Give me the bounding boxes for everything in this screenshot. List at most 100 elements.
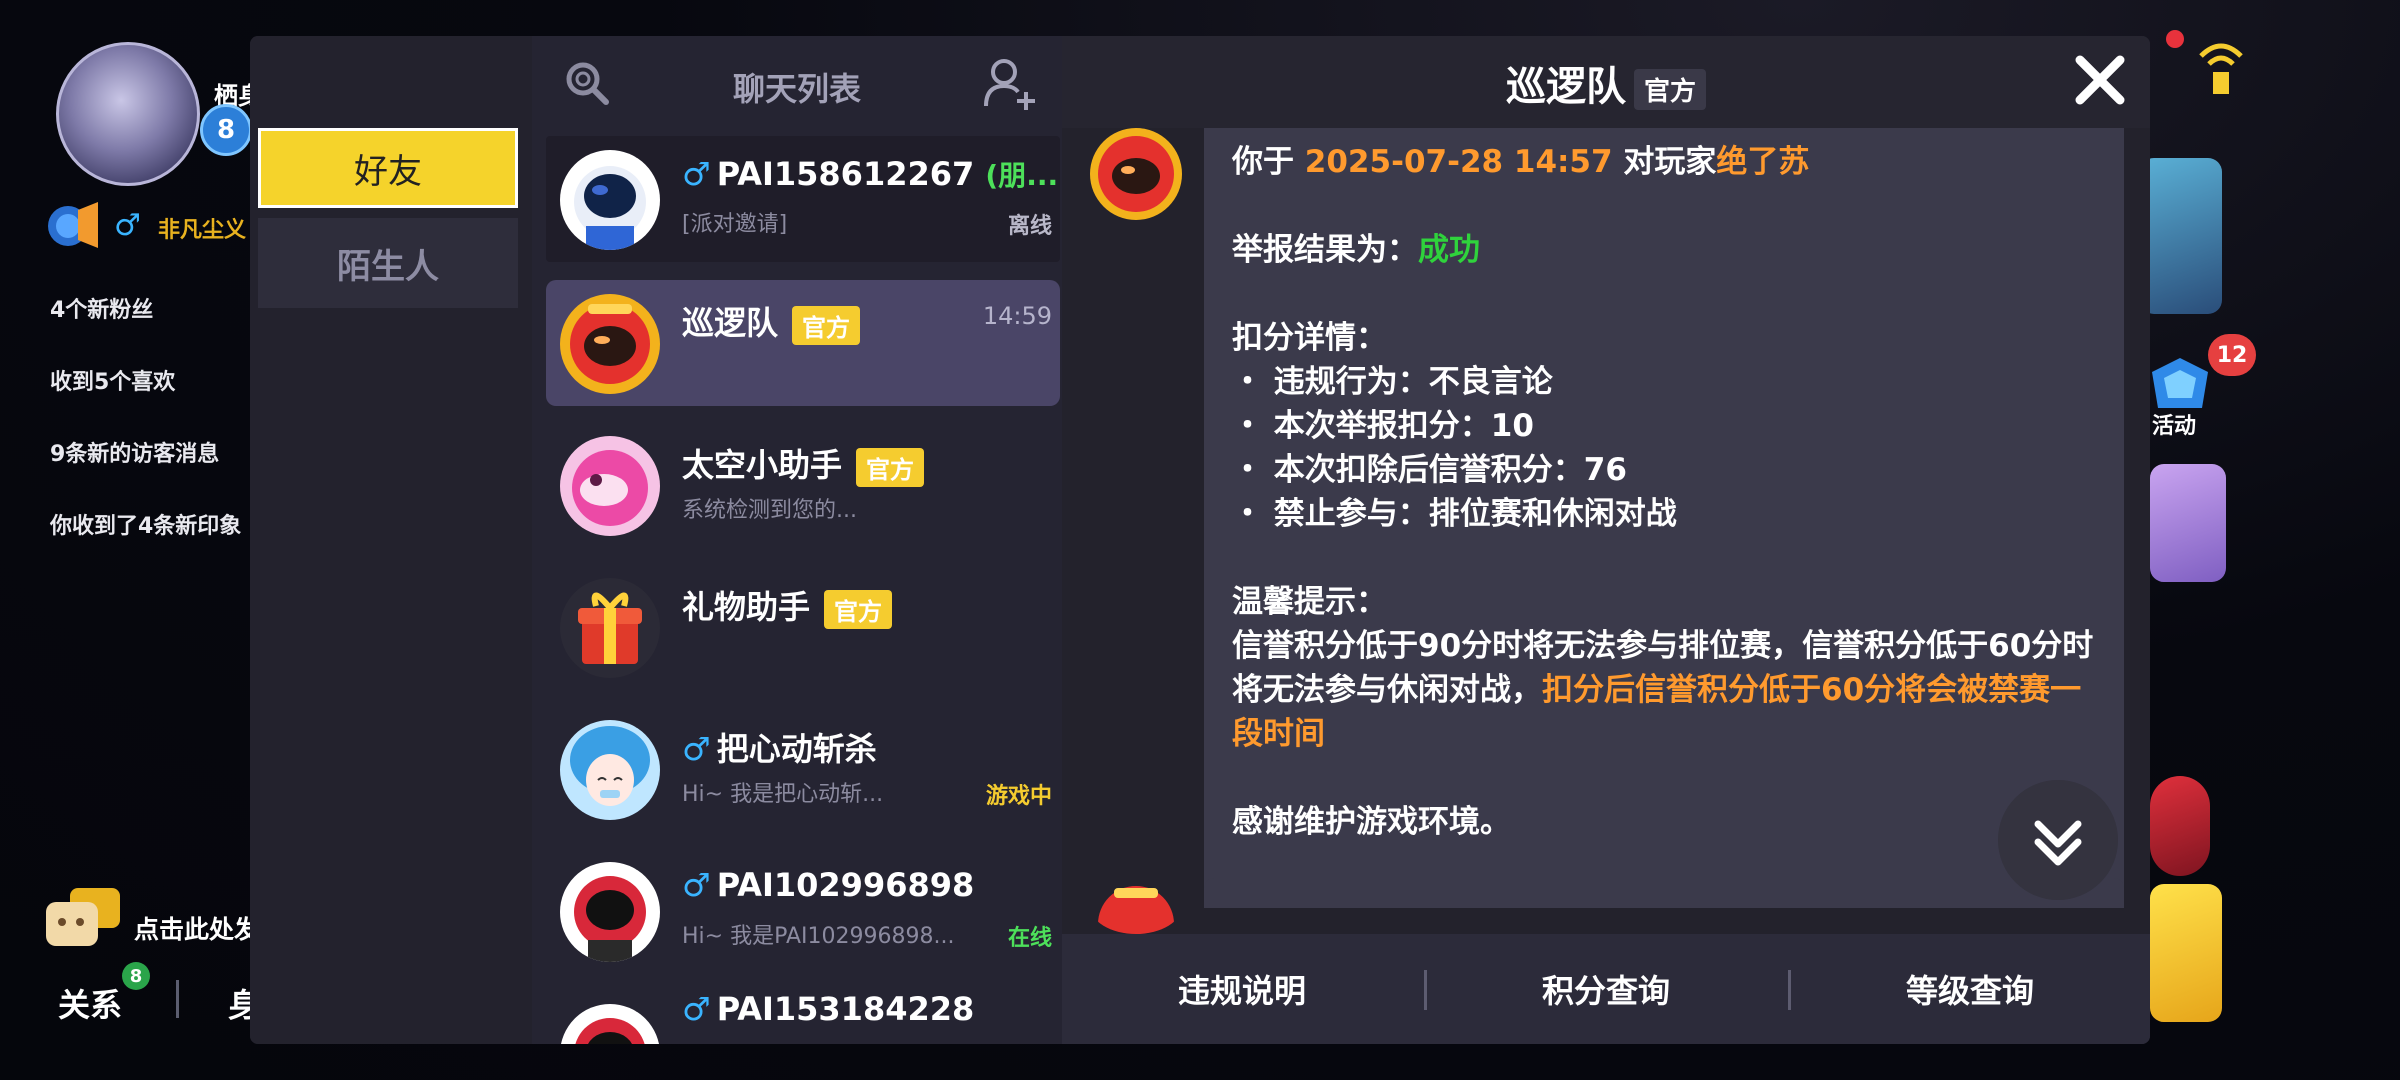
chat-item-xindong[interactable]: ♂ 把心动斩杀 Hi~ 我是把心动斩... 游戏中 — [546, 706, 1060, 832]
chat-item-pai158612267[interactable]: ♂ PAI158612267 (朋... [派对邀请] 离线 — [546, 136, 1060, 262]
detail-item: ・ 本次扣除后信誉积分：76 — [1232, 452, 1627, 488]
message-time: 14:59 — [982, 302, 1052, 330]
points-query-button[interactable]: 积分查询 — [1426, 934, 1786, 1044]
tab-friends[interactable]: 好友 — [258, 128, 518, 208]
patrol-astronaut-avatar — [560, 294, 660, 394]
contact-name-text: 太空小助手 — [682, 446, 843, 484]
chat-header: 巡逻队 官方 — [1062, 36, 2150, 128]
event-card[interactable] — [2150, 464, 2226, 582]
official-tag: 官方 — [792, 305, 861, 345]
tab-strangers[interactable]: 陌生人 — [258, 218, 518, 308]
detail-item: ・ 禁止参与：排位赛和休闲对战 — [1232, 496, 1677, 532]
notification-new-fans[interactable]: 4个新粉丝 — [50, 292, 153, 324]
message-text: 举报结果为： — [1232, 232, 1418, 268]
relations-count-badge: 8 — [122, 962, 150, 990]
last-message-preview: 系统检测到您的... — [682, 498, 857, 523]
anime-girl-avatar — [560, 720, 660, 820]
notification-impressions[interactable]: 你收到了4条新印象 — [50, 508, 241, 540]
chat-item-space-helper[interactable]: 太空小助手 官方 系统检测到您的... — [546, 422, 1060, 548]
friend-tag: (朋... — [985, 159, 1059, 192]
message-text: 你于 — [1232, 144, 1305, 180]
close-icon[interactable] — [2070, 50, 2130, 110]
last-message-preview: [派对邀请] — [682, 212, 788, 237]
online-status: 游戏中 — [985, 784, 1052, 809]
chat-footer: 违规说明 积分查询 等级查询 — [1062, 934, 2150, 1044]
gift-box-avatar — [560, 578, 660, 678]
contact-name: ♂ PAI153184228 — [682, 990, 974, 1028]
chat-title: 巡逻队 官方 — [1062, 54, 2150, 112]
contact-name: 太空小助手 官方 — [682, 440, 925, 487]
chat-modal: 好友 陌生人 聊天列表 ♂ PAI158612267 (朋... [派对邀请] … — [250, 36, 2150, 1044]
contact-name: 礼物助手 官方 — [682, 582, 893, 629]
next-message-bubble — [1204, 878, 2124, 908]
male-icon: ♂ — [682, 730, 711, 768]
tab-divider — [176, 980, 179, 1018]
chat-title-text: 巡逻队 — [1505, 64, 1626, 110]
player-level-badge: 8 — [200, 104, 252, 156]
space-helper-avatar — [560, 436, 660, 536]
chat-hint-text[interactable]: 点击此处发 — [134, 910, 259, 946]
report-result-line: 举报结果为：成功 — [1232, 228, 2096, 272]
male-icon: ♂ — [682, 155, 711, 193]
last-message-preview: Hi~ 我是把心动斩... — [682, 782, 884, 807]
notification-dot — [2166, 30, 2184, 48]
message-bubble: 你于 2025-07-28 14:57 对玩家绝了苏 举报结果为：成功 扣分详情… — [1204, 128, 2124, 906]
online-status: 在线 — [1007, 926, 1052, 951]
scroll-to-bottom-icon[interactable] — [1998, 780, 2118, 900]
contact-name-text: PAI158612267 — [716, 155, 975, 193]
yellow-card[interactable] — [2150, 884, 2222, 1022]
detail-title: 扣分详情： — [1232, 320, 1387, 356]
official-tag: 官方 — [824, 589, 893, 629]
contact-name-text: 把心动斩杀 — [716, 730, 877, 768]
male-icon: ♂ — [682, 866, 711, 904]
tab-relations[interactable]: 关系 — [58, 980, 122, 1026]
patrol-astronaut-avatar — [1098, 886, 1174, 934]
detail-item: ・ 本次举报扣分：10 — [1232, 408, 1534, 444]
contact-name: 巡逻队 官方 — [682, 298, 861, 345]
trumpet-icon[interactable] — [46, 200, 100, 250]
report-time: 2025-07-28 14:57 — [1304, 144, 1613, 180]
violation-info-button[interactable]: 违规说明 — [1062, 934, 1422, 1044]
astronaut-avatar — [560, 150, 660, 250]
official-tag: 官方 — [856, 447, 925, 487]
contact-name: ♂ PAI102996898 — [682, 866, 974, 904]
notification-visitors[interactable]: 9条新的访客消息 — [50, 436, 219, 468]
level-query-button[interactable]: 等级查询 — [1790, 934, 2150, 1044]
activity-label[interactable]: 活动 — [2152, 408, 2196, 440]
contact-name-text: 巡逻队 — [682, 304, 779, 342]
chat-item-pai153184228[interactable]: ♂ PAI153184228 — [546, 990, 1060, 1044]
activity-icon[interactable] — [2150, 356, 2210, 412]
race-car-card[interactable] — [2150, 776, 2210, 876]
official-tag: 官方 — [1633, 68, 1706, 110]
chat-item-pai102996898[interactable]: ♂ PAI102996898 Hi~ 我是PAI102996898... 在线 — [546, 848, 1060, 974]
friend-type-tabs: 好友 陌生人 — [250, 36, 532, 1044]
astronaut-avatar — [560, 862, 660, 962]
report-summary-line: 你于 2025-07-28 14:57 对玩家绝了苏 — [1232, 140, 2096, 184]
tip-title: 温馨提示： — [1232, 584, 1387, 620]
chat-panel: 巡逻队 官方 你于 2025-07-28 14:57 对玩家绝了苏 举报结果为：成… — [1062, 36, 2150, 1044]
detail-item: ・ 违规行为：不良言论 — [1232, 364, 1553, 400]
chat-bubble-icon[interactable] — [44, 888, 124, 948]
reported-player: 绝了苏 — [1716, 144, 1810, 180]
message-text: 对玩家 — [1612, 144, 1717, 180]
patrol-astronaut-avatar — [1090, 128, 1182, 220]
chat-item-patrol[interactable]: 巡逻队 官方 14:59 — [546, 280, 1060, 406]
chat-list-panel: 聊天列表 ♂ PAI158612267 (朋... [派对邀请] 离线 巡逻队 … — [532, 36, 1062, 1044]
activity-count-badge: 12 — [2208, 334, 2256, 376]
notification-likes[interactable]: 收到5个喜欢 — [50, 364, 175, 396]
fashion-card[interactable] — [2140, 158, 2222, 314]
contact-name: ♂ 把心动斩杀 — [682, 724, 877, 770]
player-avatar[interactable] — [56, 42, 200, 186]
astronaut-avatar — [560, 1004, 660, 1044]
last-message-preview: Hi~ 我是PAI102996898... — [682, 924, 955, 949]
tip-paragraph: 信誉积分低于90分时将无法参与排位赛，信誉积分低于60分时将无法参与休闲对战，扣… — [1232, 624, 2096, 756]
contact-name-text: PAI102996898 — [716, 866, 975, 904]
signal-icon — [2199, 43, 2243, 94]
chat-item-gift-helper[interactable]: 礼物助手 官方 — [546, 564, 1060, 690]
player-nickname: 非凡尘义 — [158, 218, 247, 243]
add-friend-icon[interactable] — [982, 56, 1038, 112]
thanks-text: 感谢维护游戏环境。 — [1232, 804, 1511, 840]
